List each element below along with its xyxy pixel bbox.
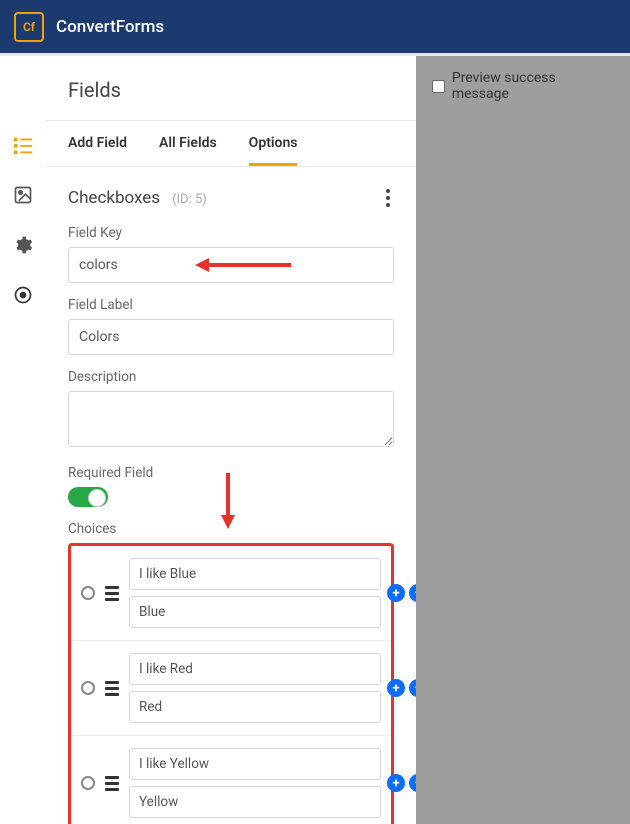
choice-row: + − xyxy=(71,736,391,824)
panel-title: Fields xyxy=(46,56,416,120)
choice-value-input[interactable] xyxy=(129,596,381,628)
description-label: Description xyxy=(68,369,394,385)
preview-success-checkbox[interactable]: Preview success message xyxy=(432,70,614,102)
top-bar: Cf ConvertForms xyxy=(0,0,630,56)
image-icon[interactable] xyxy=(12,184,34,206)
section-title: Checkboxes xyxy=(68,188,160,208)
preview-success-label: Preview success message xyxy=(452,70,614,102)
icon-rail xyxy=(0,56,46,824)
panel-tabs: Add Field All Fields Options xyxy=(46,120,416,167)
tab-options[interactable]: Options xyxy=(249,121,298,166)
description-input[interactable] xyxy=(68,391,394,447)
choices-label: Choices xyxy=(68,521,394,537)
field-label-label: Field Label xyxy=(68,297,394,313)
choices-container: + − + − xyxy=(68,543,394,824)
description-group: Description xyxy=(68,369,394,451)
brand-logo: Cf xyxy=(14,12,44,42)
panel-body: Checkboxes (ID: 5) Field Key Field Label xyxy=(46,167,416,824)
field-key-group: Field Key xyxy=(68,225,394,283)
choice-default-radio[interactable] xyxy=(81,586,95,600)
required-toggle[interactable] xyxy=(68,487,108,507)
remove-choice-button[interactable]: − xyxy=(409,584,416,602)
brand-name: ConvertForms xyxy=(56,17,164,37)
drag-handle-icon[interactable] xyxy=(105,586,119,601)
choice-value-input[interactable] xyxy=(129,786,381,818)
checkbox-icon xyxy=(432,80,445,93)
section-header: Checkboxes (ID: 5) xyxy=(68,185,394,211)
add-choice-button[interactable]: + xyxy=(387,679,405,697)
choice-default-radio[interactable] xyxy=(81,681,95,695)
choice-row: + − xyxy=(71,641,391,736)
preview-pane: Preview success message xyxy=(416,56,630,824)
fields-panel: Fields Add Field All Fields Options Chec… xyxy=(46,56,416,824)
tab-add-field[interactable]: Add Field xyxy=(68,121,127,166)
drag-handle-icon[interactable] xyxy=(105,681,119,696)
gear-icon[interactable] xyxy=(12,234,34,256)
choice-label-input[interactable] xyxy=(129,748,381,780)
remove-choice-button[interactable]: − xyxy=(409,774,416,792)
choice-value-input[interactable] xyxy=(129,691,381,723)
target-icon[interactable] xyxy=(12,284,34,306)
choices-group: Choices + − xyxy=(68,521,394,824)
field-label-group: Field Label xyxy=(68,297,394,355)
field-key-label: Field Key xyxy=(68,225,394,241)
choice-default-radio[interactable] xyxy=(81,776,95,790)
fields-list-icon[interactable] xyxy=(12,134,34,156)
field-key-input[interactable] xyxy=(68,247,394,283)
required-group: Required Field xyxy=(68,465,394,507)
choice-label-input[interactable] xyxy=(129,653,381,685)
field-label-input[interactable] xyxy=(68,319,394,355)
choice-label-input[interactable] xyxy=(129,558,381,590)
more-menu-icon[interactable] xyxy=(382,185,394,211)
tab-all-fields[interactable]: All Fields xyxy=(159,121,217,166)
required-label: Required Field xyxy=(68,465,394,481)
add-choice-button[interactable]: + xyxy=(387,584,405,602)
workspace: Fields Add Field All Fields Options Chec… xyxy=(0,56,630,824)
choice-row: + − xyxy=(71,546,391,641)
remove-choice-button[interactable]: − xyxy=(409,679,416,697)
add-choice-button[interactable]: + xyxy=(387,774,405,792)
section-id: (ID: 5) xyxy=(172,192,207,207)
drag-handle-icon[interactable] xyxy=(105,776,119,791)
